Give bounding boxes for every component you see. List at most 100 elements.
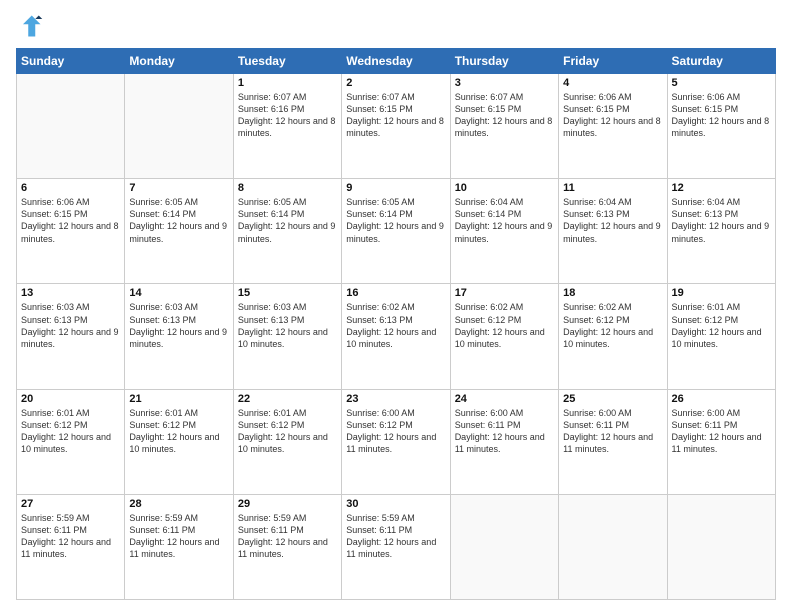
logo: [16, 12, 48, 40]
calendar-header-saturday: Saturday: [667, 49, 775, 74]
cell-info: Sunrise: 6:05 AMSunset: 6:14 PMDaylight:…: [129, 196, 228, 245]
calendar-cell: 6 Sunrise: 6:06 AMSunset: 6:15 PMDaylight…: [17, 179, 125, 284]
day-number: 23: [346, 393, 445, 405]
calendar-header-sunday: Sunday: [17, 49, 125, 74]
calendar-cell: 1 Sunrise: 6:07 AMSunset: 6:16 PMDaylight…: [233, 74, 341, 179]
day-number: 18: [563, 287, 662, 299]
calendar-header-friday: Friday: [559, 49, 667, 74]
calendar-cell: 27 Sunrise: 5:59 AMSunset: 6:11 PMDayligh…: [17, 494, 125, 599]
day-number: 12: [672, 182, 771, 194]
calendar-cell: 17 Sunrise: 6:02 AMSunset: 6:12 PMDayligh…: [450, 284, 558, 389]
calendar-header-tuesday: Tuesday: [233, 49, 341, 74]
calendar-cell: 4 Sunrise: 6:06 AMSunset: 6:15 PMDaylight…: [559, 74, 667, 179]
calendar-table: SundayMondayTuesdayWednesdayThursdayFrid…: [16, 48, 776, 600]
day-number: 30: [346, 498, 445, 510]
day-number: 8: [238, 182, 337, 194]
calendar-cell: 18 Sunrise: 6:02 AMSunset: 6:12 PMDayligh…: [559, 284, 667, 389]
calendar-header-row: SundayMondayTuesdayWednesdayThursdayFrid…: [17, 49, 776, 74]
calendar-cell: 16 Sunrise: 6:02 AMSunset: 6:13 PMDayligh…: [342, 284, 450, 389]
day-number: 27: [21, 498, 120, 510]
day-number: 1: [238, 77, 337, 89]
day-number: 2: [346, 77, 445, 89]
cell-info: Sunrise: 6:00 AMSunset: 6:11 PMDaylight:…: [455, 407, 554, 456]
calendar-cell: 12Sunrise: 6:04 AMSunset: 6:13 PMDayligh…: [667, 179, 775, 284]
day-number: 22: [238, 393, 337, 405]
cell-info: Sunrise: 6:06 AMSunset: 6:15 PMDaylight:…: [563, 91, 662, 140]
calendar-cell: 26 Sunrise: 6:00 AMSunset: 6:11 PMDayligh…: [667, 389, 775, 494]
week-row-2: 13 Sunrise: 6:03 AMSunset: 6:13 PMDayligh…: [17, 284, 776, 389]
day-number: 3: [455, 77, 554, 89]
day-number: 4: [563, 77, 662, 89]
cell-info: Sunrise: 6:03 AMSunset: 6:13 PMDaylight:…: [21, 301, 120, 350]
cell-info: Sunrise: 6:07 AMSunset: 6:15 PMDaylight:…: [346, 91, 445, 140]
day-number: 13: [21, 287, 120, 299]
cell-info: Sunrise: 5:59 AMSunset: 6:11 PMDaylight:…: [21, 512, 120, 561]
cell-info: Sunrise: 6:05 AMSunset: 6:14 PMDaylight:…: [238, 196, 337, 245]
calendar-cell: 11Sunrise: 6:04 AMSunset: 6:13 PMDayligh…: [559, 179, 667, 284]
cell-info: Sunrise: 6:00 AMSunset: 6:11 PMDaylight:…: [672, 407, 771, 456]
calendar-cell: [667, 494, 775, 599]
day-number: 14: [129, 287, 228, 299]
calendar-cell: [559, 494, 667, 599]
calendar-cell: 24 Sunrise: 6:00 AMSunset: 6:11 PMDayligh…: [450, 389, 558, 494]
cell-info: Sunrise: 6:01 AMSunset: 6:12 PMDaylight:…: [672, 301, 771, 350]
cell-info: Sunrise: 6:02 AMSunset: 6:13 PMDaylight:…: [346, 301, 445, 350]
calendar-cell: 3Sunrise: 6:07 AMSunset: 6:15 PMDaylight…: [450, 74, 558, 179]
cell-info: Sunrise: 6:07 AMSunset: 6:16 PMDaylight:…: [238, 91, 337, 140]
day-number: 29: [238, 498, 337, 510]
cell-info: Sunrise: 6:04 AMSunset: 6:13 PMDaylight:…: [563, 196, 662, 245]
calendar-cell: 22 Sunrise: 6:01 AMSunset: 6:12 PMDayligh…: [233, 389, 341, 494]
day-number: 28: [129, 498, 228, 510]
cell-info: Sunrise: 6:06 AMSunset: 6:15 PMDaylight:…: [672, 91, 771, 140]
day-number: 21: [129, 393, 228, 405]
cell-info: Sunrise: 5:59 AMSunset: 6:11 PMDaylight:…: [129, 512, 228, 561]
header: [16, 12, 776, 40]
calendar-cell: 5 Sunrise: 6:06 AMSunset: 6:15 PMDaylight…: [667, 74, 775, 179]
day-number: 24: [455, 393, 554, 405]
calendar-cell: 10Sunrise: 6:04 AMSunset: 6:14 PMDayligh…: [450, 179, 558, 284]
day-number: 7: [129, 182, 228, 194]
day-number: 6: [21, 182, 120, 194]
calendar-cell: 20 Sunrise: 6:01 AMSunset: 6:12 PMDayligh…: [17, 389, 125, 494]
calendar-cell: 14 Sunrise: 6:03 AMSunset: 6:13 PMDayligh…: [125, 284, 233, 389]
cell-info: Sunrise: 6:03 AMSunset: 6:13 PMDaylight:…: [238, 301, 337, 350]
calendar-cell: 29 Sunrise: 5:59 AMSunset: 6:11 PMDayligh…: [233, 494, 341, 599]
cell-info: Sunrise: 6:06 AMSunset: 6:15 PMDaylight:…: [21, 196, 120, 245]
calendar-cell: 19 Sunrise: 6:01 AMSunset: 6:12 PMDayligh…: [667, 284, 775, 389]
cell-info: Sunrise: 5:59 AMSunset: 6:11 PMDaylight:…: [238, 512, 337, 561]
calendar-cell: 28 Sunrise: 5:59 AMSunset: 6:11 PMDayligh…: [125, 494, 233, 599]
page: SundayMondayTuesdayWednesdayThursdayFrid…: [0, 0, 792, 612]
day-number: 10: [455, 182, 554, 194]
calendar-cell: 30 Sunrise: 5:59 AMSunset: 6:11 PMDayligh…: [342, 494, 450, 599]
day-number: 17: [455, 287, 554, 299]
calendar-cell: [17, 74, 125, 179]
cell-info: Sunrise: 6:01 AMSunset: 6:12 PMDaylight:…: [129, 407, 228, 456]
cell-info: Sunrise: 6:02 AMSunset: 6:12 PMDaylight:…: [455, 301, 554, 350]
calendar-cell: 2 Sunrise: 6:07 AMSunset: 6:15 PMDaylight…: [342, 74, 450, 179]
day-number: 15: [238, 287, 337, 299]
cell-info: Sunrise: 6:02 AMSunset: 6:12 PMDaylight:…: [563, 301, 662, 350]
cell-info: Sunrise: 6:01 AMSunset: 6:12 PMDaylight:…: [21, 407, 120, 456]
calendar-cell: 8 Sunrise: 6:05 AMSunset: 6:14 PMDaylight…: [233, 179, 341, 284]
calendar-cell: [125, 74, 233, 179]
calendar-cell: 23Sunrise: 6:00 AMSunset: 6:12 PMDayligh…: [342, 389, 450, 494]
calendar-cell: 21 Sunrise: 6:01 AMSunset: 6:12 PMDayligh…: [125, 389, 233, 494]
day-number: 9: [346, 182, 445, 194]
day-number: 26: [672, 393, 771, 405]
week-row-3: 20 Sunrise: 6:01 AMSunset: 6:12 PMDayligh…: [17, 389, 776, 494]
calendar-cell: [450, 494, 558, 599]
cell-info: Sunrise: 5:59 AMSunset: 6:11 PMDaylight:…: [346, 512, 445, 561]
day-number: 16: [346, 287, 445, 299]
calendar-header-wednesday: Wednesday: [342, 49, 450, 74]
cell-info: Sunrise: 6:01 AMSunset: 6:12 PMDaylight:…: [238, 407, 337, 456]
cell-info: Sunrise: 6:00 AMSunset: 6:11 PMDaylight:…: [563, 407, 662, 456]
calendar-cell: 13 Sunrise: 6:03 AMSunset: 6:13 PMDayligh…: [17, 284, 125, 389]
week-row-0: 1 Sunrise: 6:07 AMSunset: 6:16 PMDaylight…: [17, 74, 776, 179]
day-number: 20: [21, 393, 120, 405]
day-number: 25: [563, 393, 662, 405]
day-number: 5: [672, 77, 771, 89]
calendar-cell: 7 Sunrise: 6:05 AMSunset: 6:14 PMDaylight…: [125, 179, 233, 284]
day-number: 19: [672, 287, 771, 299]
week-row-4: 27 Sunrise: 5:59 AMSunset: 6:11 PMDayligh…: [17, 494, 776, 599]
cell-info: Sunrise: 6:03 AMSunset: 6:13 PMDaylight:…: [129, 301, 228, 350]
